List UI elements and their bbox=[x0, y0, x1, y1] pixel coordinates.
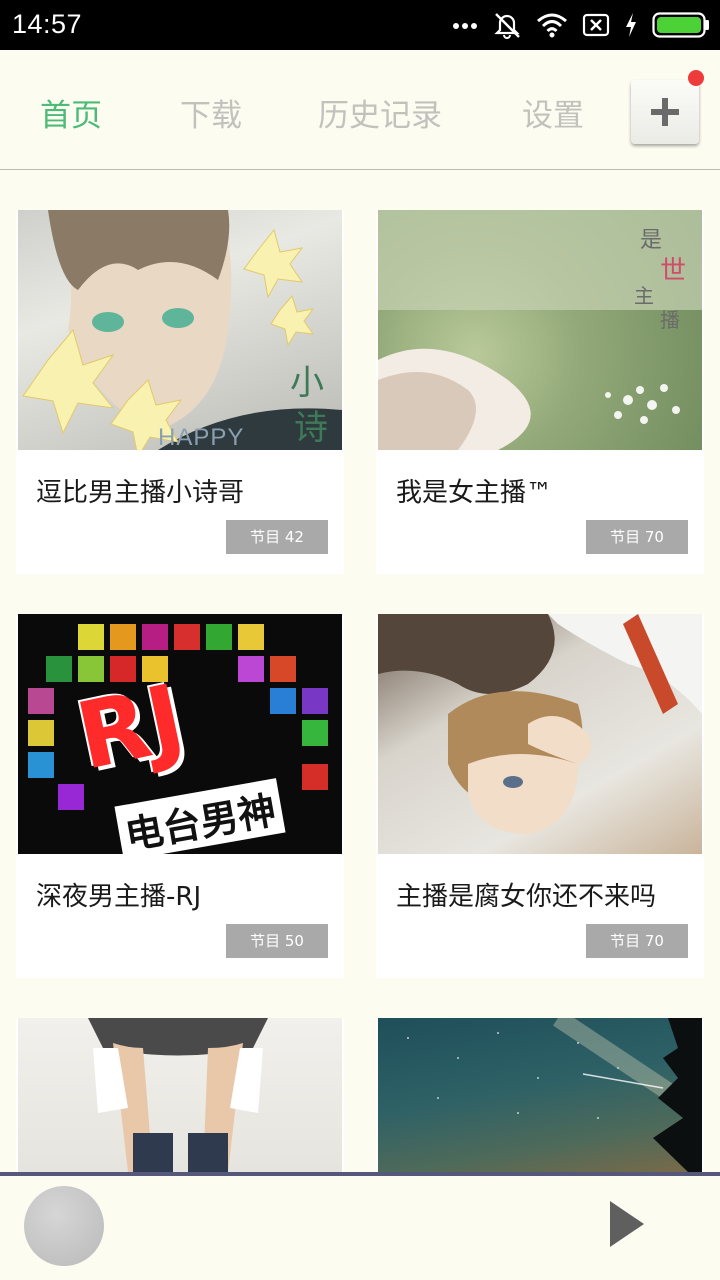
status-bar: 14:57 bbox=[0, 0, 720, 50]
top-tab-bar: 首页 下载 历史记录 设置 bbox=[0, 50, 720, 170]
battery-icon bbox=[652, 12, 710, 38]
player-avatar[interactable] bbox=[24, 1186, 104, 1266]
tab-settings[interactable]: 设置 bbox=[522, 90, 584, 135]
play-icon bbox=[610, 1201, 644, 1247]
episode-count-badge: 节目 70 bbox=[586, 520, 688, 554]
mute-icon bbox=[492, 10, 522, 40]
status-time: 14:57 bbox=[12, 9, 83, 39]
card-cover-image: RJ 电台男神 bbox=[18, 614, 342, 854]
add-button[interactable] bbox=[631, 80, 699, 144]
cover-text: 是 bbox=[640, 228, 663, 253]
episode-count-badge: 节目 50 bbox=[226, 924, 328, 958]
cover-text: 播 bbox=[660, 308, 680, 332]
program-card[interactable] bbox=[376, 1018, 704, 1172]
tab-history[interactable]: 历史记录 bbox=[318, 90, 442, 135]
program-card[interactable]: 小 诗 HAPPY 逗比男主播小诗哥 节目 42 bbox=[16, 210, 344, 574]
notification-dot bbox=[688, 70, 704, 86]
episode-count-badge: 节目 42 bbox=[226, 520, 328, 554]
card-cover-image bbox=[378, 614, 702, 854]
program-card[interactable]: 主播是腐女你还不来吗 节目 70 bbox=[376, 614, 704, 978]
cover-text: RJ bbox=[68, 664, 194, 791]
more-dots-icon bbox=[452, 20, 478, 30]
card-title: 深夜男主播-RJ bbox=[36, 882, 202, 912]
cover-text: 世 bbox=[660, 256, 687, 286]
card-cover-image bbox=[18, 1018, 342, 1172]
player-bar bbox=[0, 1172, 720, 1280]
card-cover-image: 小 诗 HAPPY bbox=[18, 210, 342, 450]
no-sim-icon bbox=[582, 13, 610, 37]
card-title: 主播是腐女你还不来吗 bbox=[396, 882, 657, 912]
card-title: 我是女主播™ bbox=[396, 478, 553, 508]
program-card[interactable] bbox=[16, 1018, 344, 1172]
play-button[interactable] bbox=[606, 1198, 648, 1250]
card-cover-image bbox=[378, 1018, 702, 1172]
wifi-icon bbox=[536, 12, 568, 38]
tab-home[interactable]: 首页 bbox=[40, 90, 102, 135]
program-card[interactable]: 是 世 主 播 我是女主播™ 节目 70 bbox=[376, 210, 704, 574]
status-icons bbox=[452, 8, 710, 42]
episode-count-badge: 节目 70 bbox=[586, 924, 688, 958]
cover-text: 诗 bbox=[294, 408, 328, 448]
cover-text: 小 bbox=[290, 363, 324, 403]
cover-text: HAPPY bbox=[158, 424, 245, 450]
charging-icon bbox=[624, 12, 638, 38]
card-title: 逗比男主播小诗哥 bbox=[36, 478, 245, 508]
tab-download[interactable]: 下载 bbox=[180, 90, 242, 135]
cover-text: 主 bbox=[634, 284, 654, 308]
plus-icon bbox=[651, 98, 679, 126]
program-card[interactable]: RJ 电台男神 深夜男主播-RJ 节目 50 bbox=[16, 614, 344, 978]
card-cover-image: 是 世 主 播 bbox=[378, 210, 702, 450]
